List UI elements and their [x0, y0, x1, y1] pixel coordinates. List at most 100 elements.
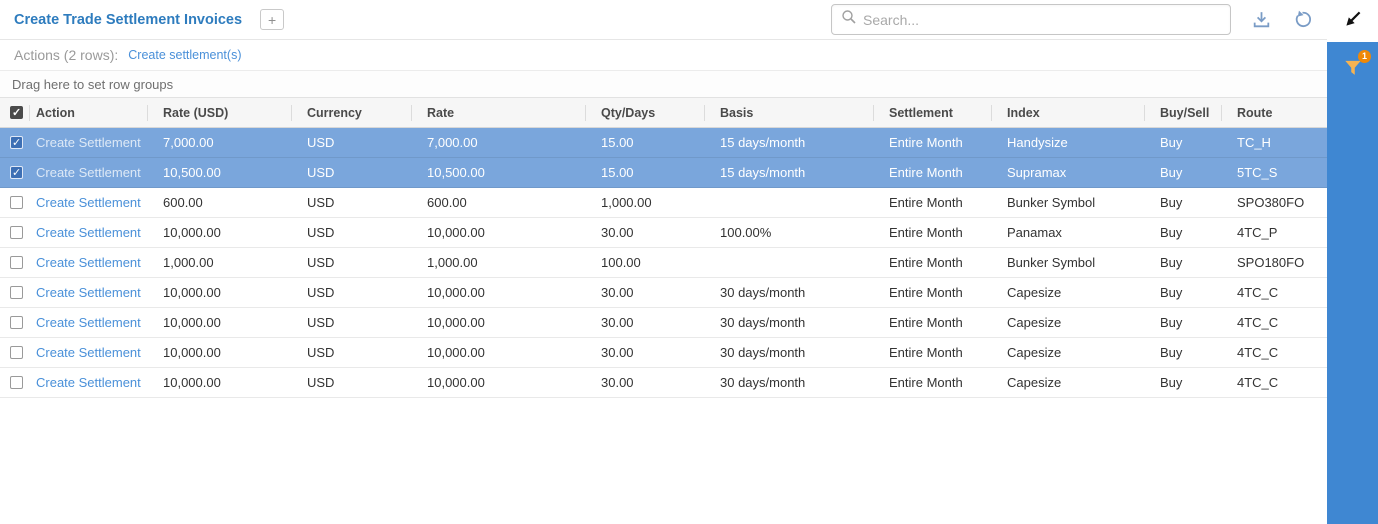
- row-checkbox[interactable]: [10, 346, 23, 359]
- search-box[interactable]: [831, 4, 1231, 35]
- column-header-rate-usd[interactable]: Rate (USD): [148, 98, 292, 127]
- table-row[interactable]: Create Settlement 7,000.00 USD 7,000.00 …: [0, 128, 1327, 158]
- cell-buy-sell: Buy: [1145, 278, 1222, 307]
- download-icon[interactable]: [1251, 9, 1272, 30]
- create-settlement-link[interactable]: Create Settlement: [36, 255, 141, 270]
- cell-currency: USD: [292, 338, 412, 367]
- cell-action: Create Settlement: [30, 248, 148, 277]
- cell-rate-usd: 10,000.00: [148, 218, 292, 247]
- column-header-index[interactable]: Index: [992, 98, 1145, 127]
- cell-qty-days: 30.00: [586, 338, 705, 367]
- create-settlement-link[interactable]: Create Settlement: [36, 195, 141, 210]
- cell-rate: 10,000.00: [412, 338, 586, 367]
- table-row[interactable]: Create Settlement 10,000.00 USD 10,000.0…: [0, 308, 1327, 338]
- cell-currency: USD: [292, 218, 412, 247]
- cell-index: Capesize: [992, 278, 1145, 307]
- row-checkbox[interactable]: [10, 376, 23, 389]
- cell-checkbox: [0, 308, 30, 337]
- table-row[interactable]: Create Settlement 10,000.00 USD 10,000.0…: [0, 218, 1327, 248]
- cell-buy-sell: Buy: [1145, 368, 1222, 397]
- cell-checkbox: [0, 248, 30, 277]
- cell-rate-usd: 600.00: [148, 188, 292, 217]
- create-settlements-link[interactable]: Create settlement(s): [128, 48, 241, 62]
- cell-basis: 30 days/month: [705, 368, 874, 397]
- cell-buy-sell: Buy: [1145, 338, 1222, 367]
- column-header-route[interactable]: Route: [1222, 98, 1327, 127]
- cell-route: SPO380FO: [1222, 188, 1327, 217]
- cell-rate: 10,000.00: [412, 308, 586, 337]
- cell-currency: USD: [292, 308, 412, 337]
- cell-basis: 30 days/month: [705, 278, 874, 307]
- cell-currency: USD: [292, 188, 412, 217]
- cell-settlement: Entire Month: [874, 128, 992, 157]
- row-checkbox[interactable]: [10, 196, 23, 209]
- cell-route: 5TC_S: [1222, 158, 1327, 187]
- table-row[interactable]: Create Settlement 10,000.00 USD 10,000.0…: [0, 368, 1327, 398]
- create-settlement-link[interactable]: Create Settlement: [36, 165, 141, 180]
- cell-checkbox: [0, 278, 30, 307]
- column-header-buy-sell[interactable]: Buy/Sell: [1145, 98, 1222, 127]
- cell-checkbox: [0, 368, 30, 397]
- cell-checkbox: [0, 188, 30, 217]
- cursor-tool-button[interactable]: [1327, 0, 1378, 42]
- create-settlement-link[interactable]: Create Settlement: [36, 285, 141, 300]
- cell-buy-sell: Buy: [1145, 158, 1222, 187]
- select-all-checkbox[interactable]: [10, 106, 23, 119]
- row-checkbox[interactable]: [10, 256, 23, 269]
- cell-index: Capesize: [992, 338, 1145, 367]
- cell-route: SPO180FO: [1222, 248, 1327, 277]
- cell-qty-days: 30.00: [586, 218, 705, 247]
- cell-rate: 7,000.00: [412, 128, 586, 157]
- drag-hint-label: Drag here to set row groups: [12, 77, 173, 92]
- cell-rate: 600.00: [412, 188, 586, 217]
- create-settlement-link[interactable]: Create Settlement: [36, 225, 141, 240]
- cell-settlement: Entire Month: [874, 368, 992, 397]
- cell-route: 4TC_C: [1222, 338, 1327, 367]
- row-checkbox[interactable]: [10, 286, 23, 299]
- create-settlement-link[interactable]: Create Settlement: [36, 315, 141, 330]
- column-header-currency[interactable]: Currency: [292, 98, 412, 127]
- cell-basis: 30 days/month: [705, 308, 874, 337]
- table-row[interactable]: Create Settlement 1,000.00 USD 1,000.00 …: [0, 248, 1327, 278]
- column-header-qty-days[interactable]: Qty/Days: [586, 98, 705, 127]
- table-row[interactable]: Create Settlement 600.00 USD 600.00 1,00…: [0, 188, 1327, 218]
- column-header-action[interactable]: Action: [30, 98, 148, 127]
- create-settlement-link[interactable]: Create Settlement: [36, 135, 141, 150]
- create-settlement-link[interactable]: Create Settlement: [36, 375, 141, 390]
- top-bar: Create Trade Settlement Invoices +: [0, 0, 1327, 40]
- cell-basis: 15 days/month: [705, 128, 874, 157]
- cell-buy-sell: Buy: [1145, 248, 1222, 277]
- cell-checkbox: [0, 218, 30, 247]
- cell-route: TC_H: [1222, 128, 1327, 157]
- cell-settlement: Entire Month: [874, 308, 992, 337]
- table-row[interactable]: Create Settlement 10,000.00 USD 10,000.0…: [0, 338, 1327, 368]
- column-header-settlement[interactable]: Settlement: [874, 98, 992, 127]
- cell-rate-usd: 10,000.00: [148, 278, 292, 307]
- row-checkbox[interactable]: [10, 136, 23, 149]
- column-header-basis[interactable]: Basis: [705, 98, 874, 127]
- cell-action: Create Settlement: [30, 278, 148, 307]
- create-settlement-link[interactable]: Create Settlement: [36, 345, 141, 360]
- cell-qty-days: 15.00: [586, 128, 705, 157]
- row-group-drop-zone[interactable]: Drag here to set row groups: [0, 71, 1327, 98]
- cell-rate: 10,000.00: [412, 218, 586, 247]
- search-input[interactable]: [863, 12, 1221, 28]
- table-header-row: Action Rate (USD) Currency Rate Qty/Days…: [0, 98, 1327, 128]
- filter-tool-button[interactable]: 1: [1327, 48, 1378, 92]
- row-checkbox[interactable]: [10, 316, 23, 329]
- table-row[interactable]: Create Settlement 10,500.00 USD 10,500.0…: [0, 158, 1327, 188]
- cell-index: Handysize: [992, 128, 1145, 157]
- cell-currency: USD: [292, 278, 412, 307]
- cell-route: 4TC_P: [1222, 218, 1327, 247]
- row-checkbox[interactable]: [10, 166, 23, 179]
- cell-action: Create Settlement: [30, 338, 148, 367]
- table-row[interactable]: Create Settlement 10,000.00 USD 10,000.0…: [0, 278, 1327, 308]
- undo-icon[interactable]: [1292, 9, 1313, 30]
- column-header-rate[interactable]: Rate: [412, 98, 586, 127]
- cell-qty-days: 30.00: [586, 308, 705, 337]
- cell-currency: USD: [292, 158, 412, 187]
- cell-action: Create Settlement: [30, 188, 148, 217]
- cell-index: Capesize: [992, 308, 1145, 337]
- row-checkbox[interactable]: [10, 226, 23, 239]
- add-button[interactable]: +: [260, 9, 284, 30]
